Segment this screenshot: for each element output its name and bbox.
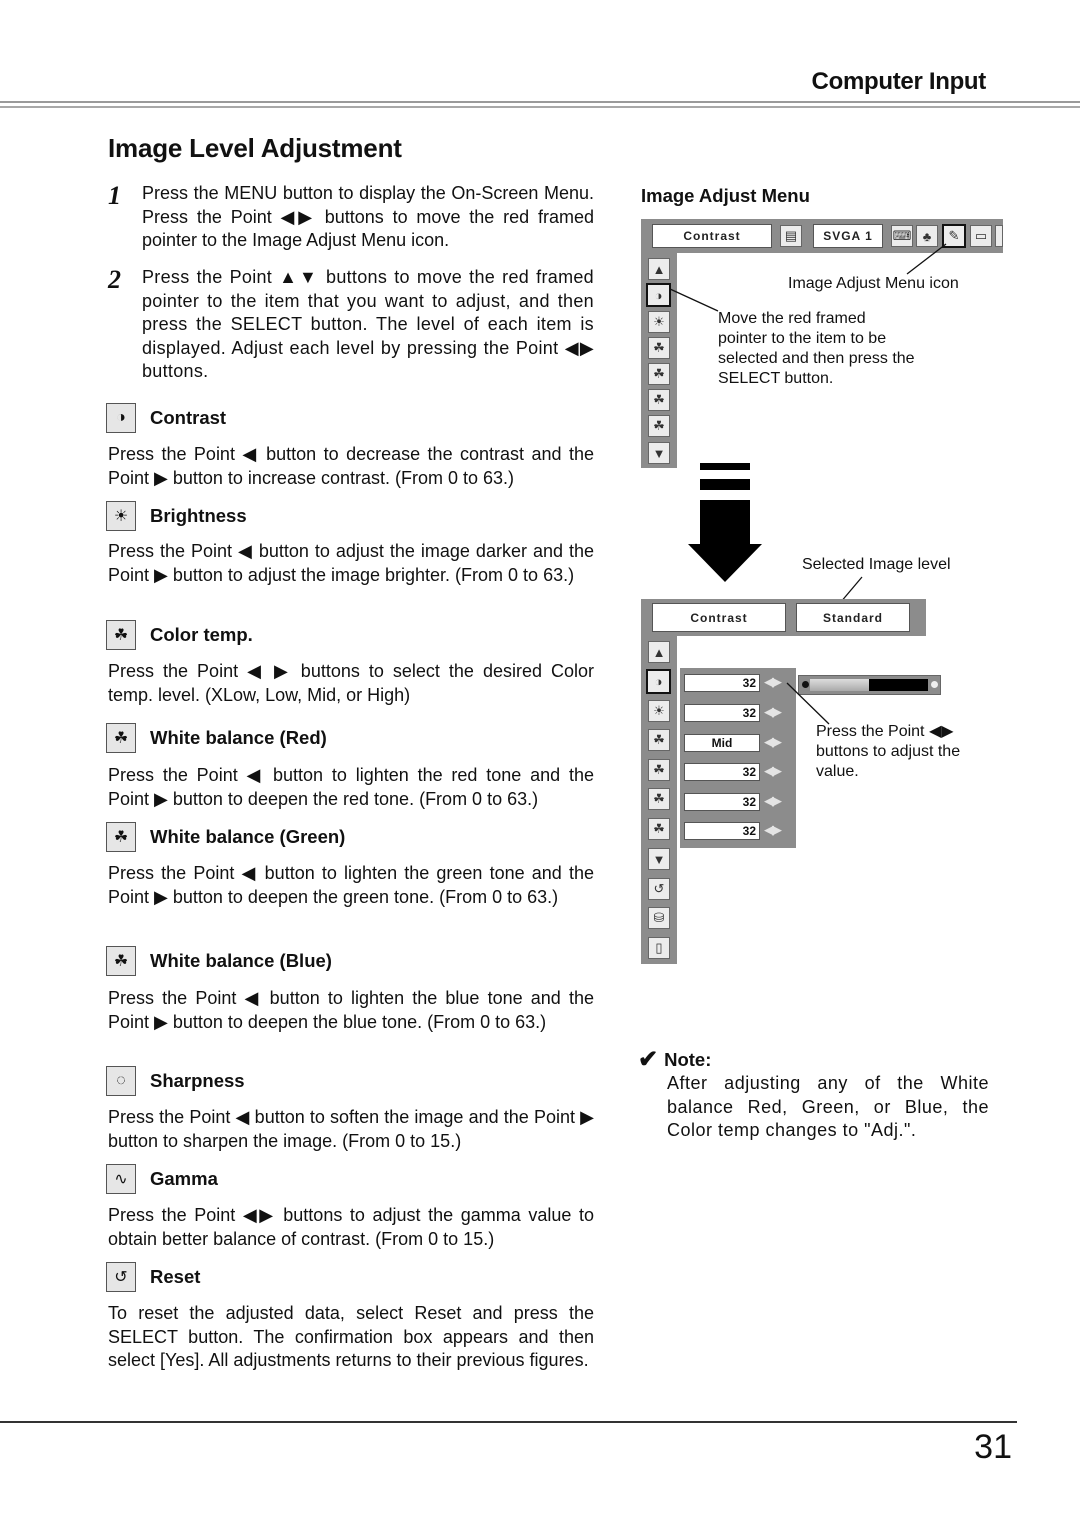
item-label: White balance (Blue): [150, 950, 332, 971]
down-arrow-icon: [688, 500, 762, 582]
item-description: Press the Point ◀ button to lighten the …: [108, 863, 594, 907]
item-white-balance-green: ☘ White balance (Green): [106, 821, 345, 853]
callout-image-adjust-icon: Image Adjust Menu icon: [788, 275, 959, 292]
osd-values-panel: [680, 668, 796, 848]
step-text: Press the MENU button to display the On-…: [142, 183, 594, 250]
header-rule: [0, 101, 1080, 103]
scroll-down-icon[interactable]: ▼: [648, 848, 670, 870]
brightness-icon: ☀: [106, 501, 136, 531]
item-description: Press the Point ◀ button to soften the i…: [108, 1107, 594, 1151]
contrast-icon[interactable]: ◑: [646, 669, 671, 694]
osd-level-label: Standard: [796, 603, 910, 632]
contrast-icon: ◑: [106, 403, 136, 433]
brightness-icon[interactable]: ☀: [648, 700, 670, 722]
item-label: White balance (Green): [150, 826, 346, 847]
note-label: Note:: [664, 1048, 712, 1070]
color-temp-icon: ☘: [106, 620, 136, 650]
item-color-temp: ☘ Color temp.: [106, 619, 253, 651]
note-heading: ✔ Note:: [638, 1045, 711, 1074]
image-adjust-menu-heading: Image Adjust Menu: [641, 185, 810, 206]
reset-icon[interactable]: ↺: [648, 878, 670, 900]
white-balance-green-icon[interactable]: ☘: [648, 788, 670, 810]
item-reset: ↺ Reset: [106, 1261, 200, 1293]
callout-line-pointer: [669, 288, 719, 312]
step-number: 1: [108, 181, 121, 210]
step-2: 2 Press the Point ▲▼ buttons to move the…: [108, 266, 594, 384]
white-balance-red-icon: ☘: [106, 723, 136, 753]
adjust-arrows-icon[interactable]: ◀▶: [764, 763, 782, 779]
white-balance-blue-value: 32: [684, 822, 760, 840]
white-balance-red-value: 32: [684, 763, 760, 781]
gamma-icon: ∿: [106, 1164, 136, 1194]
color-temp-icon[interactable]: ☘: [648, 729, 670, 751]
callout-line-menu-icon: [906, 243, 947, 275]
white-balance-green-value: 32: [684, 793, 760, 811]
adjust-arrows-icon[interactable]: ◀▶: [764, 704, 782, 720]
step-number: 2: [108, 265, 121, 294]
item-brightness: ☀ Brightness: [106, 500, 247, 532]
adjust-arrows-icon[interactable]: ◀▶: [764, 822, 782, 838]
contrast-value: 32: [684, 674, 760, 692]
item-label: Brightness: [150, 505, 247, 526]
item-sharpness: ◌ Sharpness: [106, 1065, 245, 1097]
item-label: White balance (Red): [150, 727, 327, 748]
exit-icon[interactable]: ▯: [648, 937, 670, 959]
adjust-arrows-icon[interactable]: ◀▶: [764, 674, 782, 690]
arrow-bar-2: [700, 479, 750, 490]
scroll-up-icon[interactable]: ▲: [648, 641, 670, 663]
brightness-value: 32: [684, 704, 760, 722]
item-label: Reset: [150, 1266, 201, 1287]
item-white-balance-blue: ☘ White balance (Blue): [106, 945, 332, 977]
store-icon[interactable]: ⛁: [648, 907, 670, 929]
item-contrast: ◑ Contrast: [106, 402, 226, 434]
arrow-bar-1: [700, 463, 750, 470]
note-text: After adjusting any of the White balance…: [667, 1073, 989, 1140]
step-text: Press the Point ▲▼ buttons to move the r…: [142, 267, 594, 381]
item-description: Press the Point ◀ button to adjust the i…: [108, 541, 594, 585]
adjust-arrows-icon[interactable]: ◀▶: [764, 793, 782, 809]
footer-rule: [0, 1421, 1017, 1423]
item-description: Press the Point ◀▶ buttons to adjust the…: [108, 1205, 594, 1249]
item-description: Press the Point ◀ button to decrease the…: [108, 444, 594, 488]
item-label: Sharpness: [150, 1070, 245, 1091]
item-description: To reset the adjusted data, select Reset…: [108, 1303, 594, 1370]
white-balance-red-icon[interactable]: ☘: [648, 759, 670, 781]
callout-pointer: Move the red framed pointer to the item …: [718, 310, 915, 387]
item-label: Gamma: [150, 1168, 218, 1189]
slider-max-dot: [931, 681, 938, 688]
white-balance-blue-icon: ☘: [106, 946, 136, 976]
item-label: Color temp.: [150, 624, 253, 645]
item-description: Press the Point ◀ button to lighten the …: [108, 765, 594, 809]
white-balance-green-icon: ☘: [106, 822, 136, 852]
callout-selected-level: Selected Image level: [802, 556, 951, 573]
callout-adjust-value: Press the Point ◀▶ buttons to adjust the…: [816, 723, 961, 780]
osd-item-label: Contrast: [652, 603, 786, 632]
sharpness-icon: ◌: [106, 1066, 136, 1096]
section-title: Computer Input: [811, 68, 987, 95]
item-label: Contrast: [150, 407, 227, 428]
scroll-down-icon[interactable]: ▼: [648, 442, 670, 464]
item-gamma: ∿ Gamma: [106, 1163, 218, 1195]
page-number: 31: [974, 1428, 1012, 1466]
white-balance-blue-icon[interactable]: ☘: [648, 415, 670, 437]
item-description: Press the Point ◀ button to lighten the …: [108, 988, 594, 1032]
adjust-arrows-icon[interactable]: ◀▶: [764, 734, 782, 750]
page-title: Image Level Adjustment: [108, 133, 402, 163]
color-temp-value: Mid: [684, 734, 760, 752]
checkmark-icon: ✔: [638, 1046, 659, 1073]
reset-icon: ↺: [106, 1262, 136, 1292]
item-white-balance-red: ☘ White balance (Red): [106, 722, 327, 754]
next-menu-icon: [995, 225, 1003, 247]
step-1: 1 Press the MENU button to display the O…: [108, 182, 594, 253]
item-description: Press the Point ◀ ▶ buttons to select th…: [108, 661, 594, 705]
header-rule-secondary: [0, 106, 1080, 108]
white-balance-blue-icon[interactable]: ☘: [648, 818, 670, 840]
